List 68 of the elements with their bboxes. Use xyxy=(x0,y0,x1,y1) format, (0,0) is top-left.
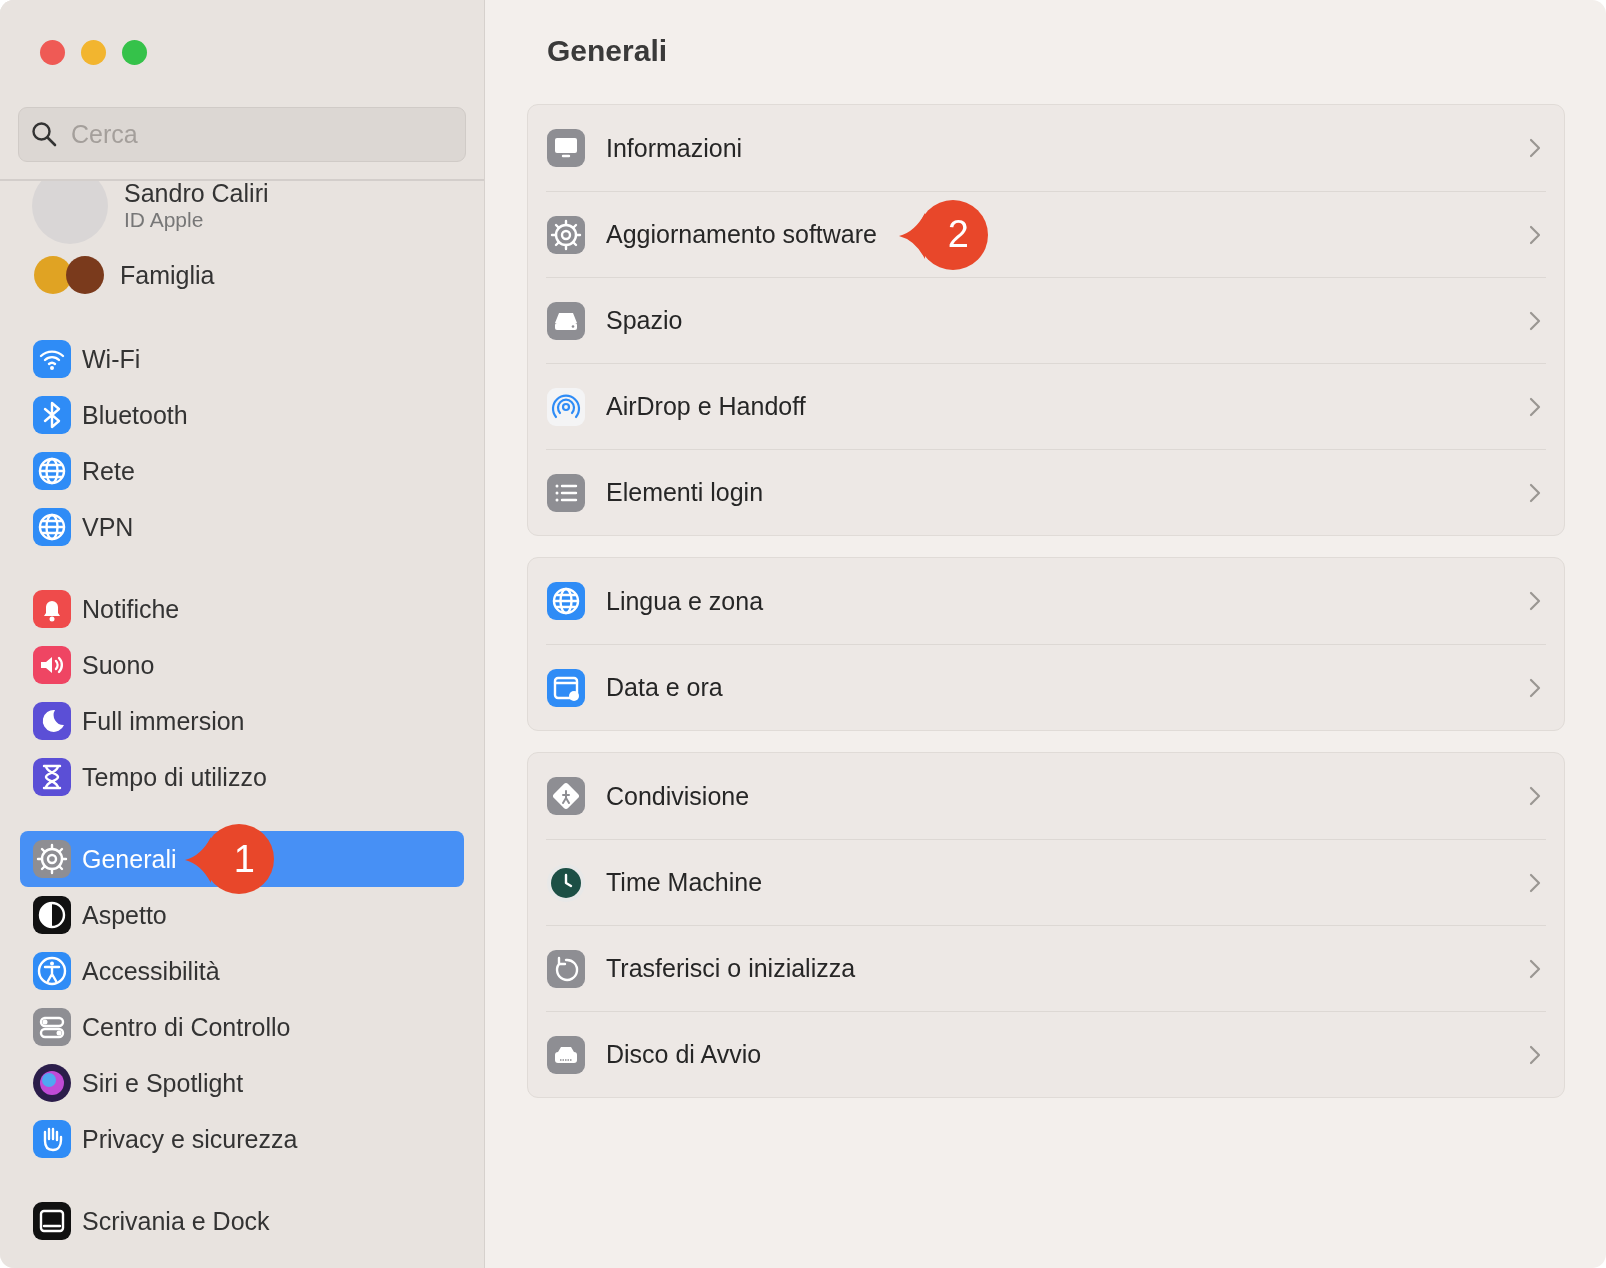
dock-icon xyxy=(32,1201,72,1241)
chevron-icon xyxy=(1528,309,1542,332)
family-avatars xyxy=(34,256,104,294)
bluetooth-icon xyxy=(32,395,72,435)
settings-row[interactable]: Time Machine xyxy=(546,839,1546,925)
chevron-icon xyxy=(1528,676,1542,699)
account-subtitle: ID Apple xyxy=(124,207,205,233)
sidebar-item[interactable]: Centro di Controllo xyxy=(20,999,464,1055)
sidebar-item[interactable]: Notifiche xyxy=(20,581,464,637)
minimize-button[interactable] xyxy=(81,40,106,65)
sidebar-item[interactable]: Accessibilità xyxy=(20,943,464,999)
drive-icon xyxy=(546,1034,586,1075)
hourglass-icon xyxy=(32,757,72,797)
sidebar-item[interactable]: Scrivania e Dock xyxy=(20,1193,464,1249)
sidebar-item[interactable]: Full immersion xyxy=(20,693,464,749)
sidebar-item[interactable]: Tempo di utilizzo xyxy=(20,749,464,805)
gear-icon xyxy=(546,214,586,255)
account-row[interactable]: Sandro Caliri ID Apple xyxy=(20,181,464,245)
account-name: Sandro Caliri xyxy=(124,181,269,207)
wifi-icon xyxy=(32,339,72,379)
globe-icon xyxy=(32,507,72,547)
chevron-icon xyxy=(1528,785,1542,807)
chevron-icon xyxy=(1528,590,1542,612)
chevron-icon xyxy=(1528,481,1542,504)
monitor-icon xyxy=(546,128,586,168)
sidebar-item[interactable]: Privacy e sicurezza xyxy=(20,1111,464,1167)
settings-row[interactable]: Data e ora xyxy=(546,644,1546,730)
chevron-icon xyxy=(1528,395,1542,418)
hand-icon xyxy=(32,1119,72,1159)
zoom-button[interactable] xyxy=(122,40,147,65)
settings-row[interactable]: Disco di Avvio xyxy=(546,1011,1546,1097)
contrast-icon xyxy=(32,895,72,935)
globe-icon xyxy=(546,581,586,621)
settings-row[interactable]: Trasferisci o inizializza xyxy=(546,925,1546,1011)
settings-row[interactable]: Aggiornamento software 2 xyxy=(546,191,1546,277)
sidebar-item[interactable]: Rete xyxy=(20,443,464,499)
speaker-icon xyxy=(32,645,72,685)
settings-row[interactable]: Lingua e zona xyxy=(546,558,1546,644)
settings-row[interactable]: Condivisione xyxy=(546,753,1546,839)
chevron-icon xyxy=(1528,223,1542,246)
close-button[interactable] xyxy=(40,40,65,65)
moon-icon xyxy=(32,701,72,741)
drive-icon xyxy=(546,300,586,341)
sidebar-item[interactable]: Siri e Spotlight xyxy=(20,1055,464,1111)
globe-icon xyxy=(32,451,72,491)
sidebar-item[interactable]: Bluetooth xyxy=(20,387,464,443)
list-icon xyxy=(546,472,586,513)
settings-row[interactable]: Informazioni xyxy=(546,105,1546,191)
page-title: Generali xyxy=(547,34,668,68)
settings-row[interactable]: AirDrop e Handoff xyxy=(546,363,1546,449)
sidebar-item[interactable]: VPN xyxy=(20,499,464,555)
sidebar-item[interactable]: Suono xyxy=(20,637,464,693)
settings-row[interactable]: Spazio xyxy=(546,277,1546,363)
chevron-icon xyxy=(1528,137,1542,159)
sidebar-item[interactable]: Wi-Fi xyxy=(20,331,464,387)
signal-rings-icon xyxy=(546,386,586,427)
search-field[interactable]: Cerca xyxy=(18,107,466,162)
accessibility-icon xyxy=(32,951,72,991)
bell-icon xyxy=(32,589,72,629)
calendar-icon xyxy=(546,667,586,708)
chevron-icon xyxy=(1528,957,1542,980)
walking-sign-icon xyxy=(546,776,586,816)
family-row[interactable]: Famiglia xyxy=(20,247,464,303)
chevron-icon xyxy=(1528,871,1542,894)
orb-icon xyxy=(32,1063,72,1103)
toggles-icon xyxy=(32,1007,72,1047)
chevron-icon xyxy=(1528,1043,1542,1066)
settings-row[interactable]: Elementi login xyxy=(546,449,1546,535)
